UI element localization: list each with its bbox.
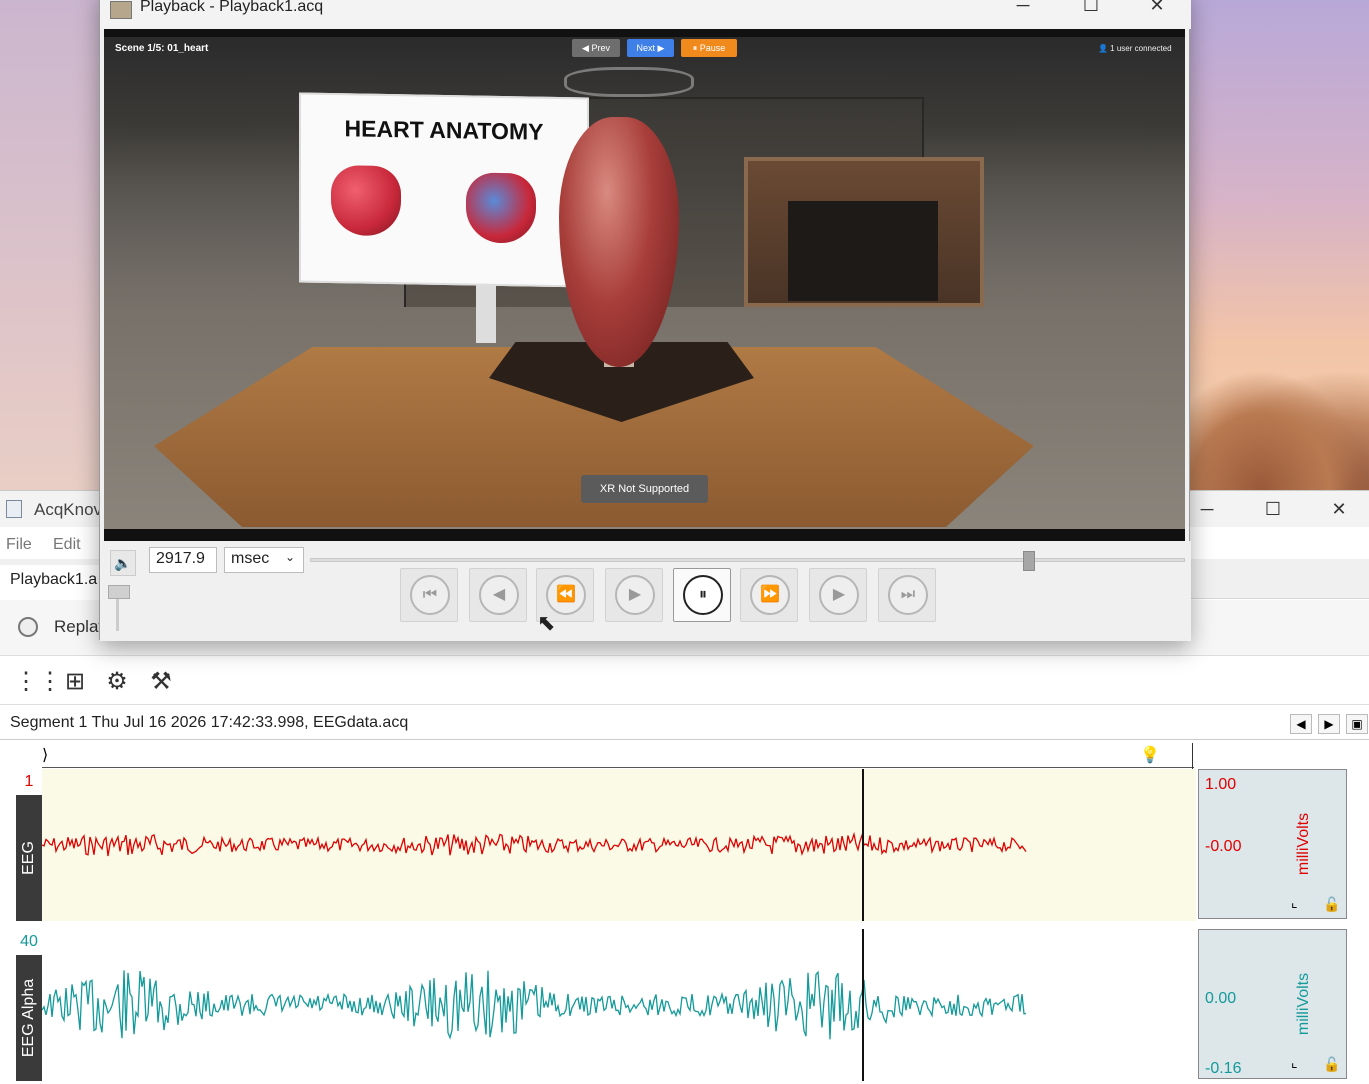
waveform-trace — [41, 970, 1027, 1040]
heart-diagram-right — [466, 172, 536, 244]
calipers-icon[interactable]: ⚒ — [144, 665, 178, 699]
playback-app-icon — [110, 1, 132, 19]
vr-scene: HEART ANATOMY — [104, 37, 1185, 529]
board-title: HEART ANATOMY — [344, 115, 544, 145]
segment-menu-button[interactable]: ▣ — [1346, 714, 1368, 734]
tab-playback1[interactable]: Playback1.a — [0, 565, 110, 599]
video-frame[interactable]: HEART ANATOMY Scene 1/5: 01_heart ◀ Prev… — [104, 29, 1185, 541]
go-to-start-icon: ⏮ — [410, 575, 450, 615]
tool-row: ⋮⋮ ⊞ ⚙ ⚒ — [0, 659, 1369, 705]
volume-thumb[interactable] — [108, 585, 130, 599]
lock-icon[interactable]: 🔓 — [1323, 1056, 1340, 1073]
seek-thumb[interactable] — [1022, 551, 1035, 571]
prev-scene-button[interactable]: ◀ Prev — [572, 39, 620, 57]
channel-label[interactable]: EEG — [16, 795, 42, 921]
minimize-button[interactable]: ─ — [1192, 497, 1222, 521]
close-button[interactable]: ✕ — [1324, 497, 1354, 521]
maximize-button[interactable]: ☐ — [1076, 0, 1106, 17]
selection-tool-icon[interactable]: ⊞ — [58, 665, 92, 699]
doorway — [744, 157, 984, 307]
go-to-start-button[interactable]: ⏮ — [400, 568, 458, 622]
maximize-button[interactable]: ☐ — [1258, 497, 1288, 521]
channel-label[interactable]: EEG Alpha — [16, 955, 42, 1081]
channel-number[interactable]: 40 — [16, 929, 42, 955]
pause-button[interactable]: ⏸ — [673, 568, 731, 622]
channel-scale: 1.00 -0.00 milliVolts ⌞ 🔓 — [1198, 769, 1347, 919]
menu-file[interactable]: File — [6, 536, 32, 554]
playback-window: Playback - Playback1.acq ─ ☐ ✕ HEART ANA… — [99, 0, 1191, 641]
go-to-end-button[interactable]: ⏭ — [878, 568, 936, 622]
time-field[interactable]: 2917.9 — [149, 547, 217, 573]
scale-unit: milliVolts — [1295, 812, 1312, 876]
minimize-button[interactable]: ─ — [1008, 0, 1038, 17]
segment-next-button[interactable]: ▶ — [1318, 714, 1340, 734]
users-connected: 👤 1 user connected — [1098, 44, 1172, 53]
eeg-waveform-plot[interactable] — [41, 769, 1196, 921]
lightbulb-marker-icon[interactable]: 💡 — [1140, 745, 1160, 765]
eeg-alpha-waveform — [41, 970, 1027, 1040]
scale-mid: 0.00 — [1205, 990, 1237, 1007]
lock-icon[interactable]: 🔓 — [1323, 896, 1340, 913]
segment-info: Segment 1 Thu Jul 16 2026 17:42:33.998, … — [10, 714, 409, 731]
channel-number[interactable]: 1 — [16, 769, 42, 795]
xr-not-supported-button[interactable]: XR Not Supported — [581, 475, 708, 503]
heart-diagram-left — [331, 165, 401, 237]
playback-titlebar: Playback - Playback1.acq ─ ☐ ✕ — [100, 0, 1191, 29]
autoscale-icon[interactable]: ⌞ — [1291, 894, 1298, 911]
eeg-alpha-waveform-plot[interactable] — [41, 929, 1196, 1081]
start-marker-icon[interactable]: ⟩ — [42, 745, 48, 765]
step-back-icon: ◀ — [479, 575, 519, 615]
grid-icon[interactable]: ⋮⋮ — [14, 665, 62, 699]
play-icon: ▶ — [615, 575, 655, 615]
mouse-cursor-icon: ⬉ — [537, 610, 556, 635]
event-timeline[interactable]: ⟩ 💡 — [42, 741, 1194, 769]
replay-icon[interactable] — [18, 617, 38, 637]
fast-forward-button[interactable]: ⏩ — [740, 568, 798, 622]
scale-mid: -0.00 — [1205, 838, 1242, 855]
autoscale-icon[interactable]: ⌞ — [1291, 1054, 1298, 1071]
timeline-end-line — [1192, 743, 1193, 769]
app-icon — [6, 500, 22, 518]
go-to-end-icon: ⏭ — [888, 575, 928, 615]
step-forward-icon: ▶ — [819, 575, 859, 615]
pause-scene-button[interactable]: ⏸ Pause — [681, 39, 737, 57]
fast-forward-icon: ⏩ — [750, 575, 790, 615]
next-scene-button[interactable]: Next ▶ — [627, 39, 674, 57]
waveform-trace — [41, 831, 1027, 857]
scale-bottom: -0.16 — [1205, 1060, 1242, 1077]
channel-eeg: 1 EEG 1.00 -0.00 milliVolts ⌞ 🔓 — [0, 769, 1369, 921]
playback-controls: 🔈 2917.9 msec ⌄ ⏮ ◀ ⏪ ▶ ⏸ ⏩ ▶ ⏭ — [100, 541, 1191, 641]
close-button[interactable]: ✕ — [1142, 0, 1172, 17]
scene-label: Scene 1/5: 01_heart — [115, 43, 209, 54]
scale-unit: milliVolts — [1295, 972, 1312, 1036]
volume-slider[interactable] — [108, 585, 130, 631]
rewind-icon: ⏪ — [546, 575, 586, 615]
cursor-line[interactable] — [862, 769, 864, 921]
pause-icon: ⏸ — [683, 575, 723, 615]
wallpaper-rocks — [1188, 370, 1369, 490]
channel-scale: 0.00 -0.16 milliVolts ⌞ 🔓 — [1198, 929, 1347, 1079]
main-window-title: AcqKnov — [34, 500, 103, 519]
eeg-waveform — [41, 831, 1027, 857]
speaker-icon[interactable]: 🔈 — [110, 550, 136, 576]
segment-prev-button[interactable]: ◀ — [1290, 714, 1312, 734]
gear-icon[interactable]: ⚙ — [100, 665, 134, 699]
ceiling-light — [564, 67, 694, 97]
step-forward-button[interactable]: ▶ — [809, 568, 867, 622]
step-back-button[interactable]: ◀ — [469, 568, 527, 622]
play-button[interactable]: ▶ — [605, 568, 663, 622]
time-unit-select[interactable]: msec ⌄ — [224, 547, 304, 573]
menu-edit[interactable]: Edit — [53, 536, 81, 554]
chevron-down-icon: ⌄ — [284, 550, 295, 564]
board-stand — [476, 283, 496, 343]
anatomy-board: HEART ANATOMY — [299, 92, 589, 288]
channel-eeg-alpha: 40 EEG Alpha 0.00 -0.16 milliVolts ⌞ 🔓 — [0, 929, 1369, 1081]
playback-window-title: Playback - Playback1.acq — [140, 0, 324, 15]
scale-top: 1.00 — [1205, 776, 1237, 793]
cursor-line[interactable] — [862, 929, 864, 1081]
seek-slider[interactable] — [310, 551, 1185, 571]
segment-bar: Segment 1 Thu Jul 16 2026 17:42:33.998, … — [0, 706, 1369, 740]
